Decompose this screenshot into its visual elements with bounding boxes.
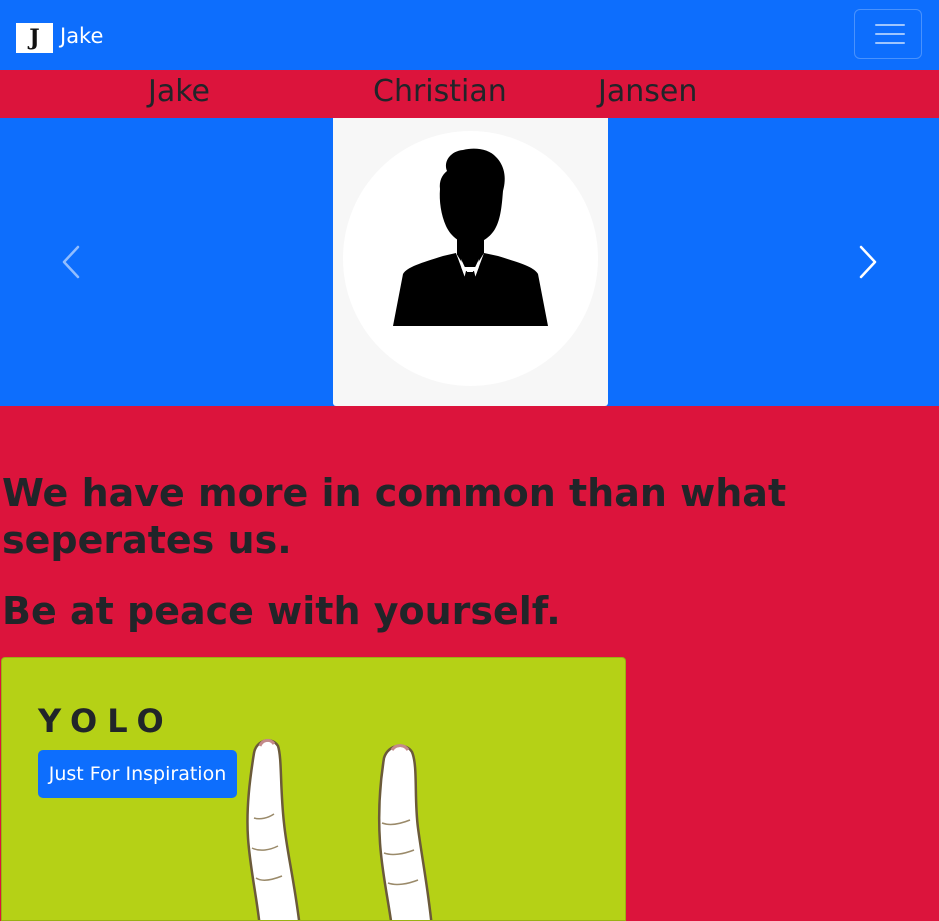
profile-carousel: [0, 118, 939, 406]
hamburger-menu-icon: [875, 24, 905, 26]
carousel-prev-button[interactable]: [51, 233, 91, 291]
hamburger-line: [875, 42, 905, 44]
quote-peace: Be at peace with yourself.: [2, 589, 561, 633]
brand-name-link[interactable]: Jake: [60, 22, 103, 50]
navbar-toggler-button[interactable]: [854, 9, 922, 59]
chevron-right-icon: [859, 245, 877, 279]
name-jansen: Jansen: [598, 74, 698, 109]
chevron-left-icon: [62, 245, 80, 279]
card-title: YOLO: [38, 702, 174, 740]
avatar: [343, 131, 598, 386]
peace-sign-hand-illustration: [246, 738, 433, 920]
names-bar: Jake Christian Jansen: [0, 70, 939, 118]
brand-logo[interactable]: J: [16, 23, 53, 53]
navbar: J Jake: [0, 0, 939, 70]
hamburger-line: [875, 33, 905, 35]
name-jake: Jake: [148, 74, 210, 109]
person-silhouette-icon: [393, 148, 548, 326]
carousel-next-button[interactable]: [848, 233, 888, 291]
quote-common-ground: We have more in common than what seperat…: [2, 471, 787, 562]
just-for-inspiration-button[interactable]: Just For Inspiration: [38, 750, 237, 798]
avatar-frame: [333, 118, 608, 406]
name-christian: Christian: [373, 74, 507, 109]
inspiration-card: YOLO Just For Inspiration: [1, 657, 626, 921]
